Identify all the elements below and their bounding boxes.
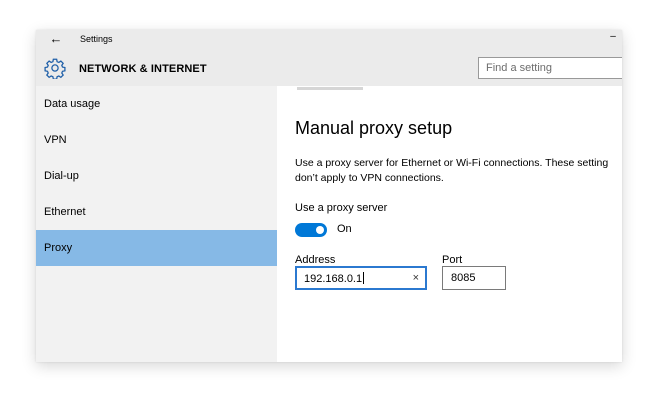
- sidebar-item-label: Proxy: [44, 242, 73, 254]
- sidebar-item-dial-up[interactable]: Dial-up: [36, 158, 277, 194]
- toggle-knob: [316, 226, 324, 234]
- address-value: 192.168.0.1: [304, 272, 365, 285]
- sidebar-item-vpn[interactable]: VPN: [36, 122, 277, 158]
- search-input[interactable]: Find a setting: [478, 57, 622, 79]
- page-title: Manual proxy setup: [295, 118, 453, 138]
- back-arrow-icon: ←: [49, 31, 63, 46]
- address-input[interactable]: 192.168.0.1 ×: [295, 266, 427, 290]
- port-input[interactable]: 8085: [442, 266, 506, 290]
- settings-window: ← Settings – NETWORK & INTERNET Find a s…: [36, 30, 622, 362]
- search-placeholder: Find a setting: [486, 62, 553, 74]
- sidebar: Data usage VPN Dial-up Ethernet Proxy: [36, 86, 277, 362]
- sidebar-item-label: VPN: [44, 134, 67, 146]
- use-proxy-label: Use a proxy server: [295, 202, 388, 214]
- window-title: Settings: [80, 34, 113, 44]
- sidebar-item-proxy[interactable]: Proxy: [36, 230, 277, 266]
- description-line: don’t apply to VPN connections.: [295, 172, 444, 184]
- toggle-state-label: On: [337, 223, 352, 235]
- text-cursor: [363, 272, 365, 284]
- port-label: Port: [442, 254, 463, 266]
- use-proxy-toggle[interactable]: [295, 223, 327, 237]
- clear-icon[interactable]: ×: [413, 272, 419, 285]
- minimize-button[interactable]: –: [608, 32, 618, 42]
- description: Use a proxy server for Ethernet or Wi-Fi…: [295, 156, 622, 186]
- section-title: NETWORK & INTERNET: [79, 63, 207, 75]
- sidebar-item-data-usage[interactable]: Data usage: [36, 86, 277, 122]
- back-button[interactable]: ←: [48, 31, 64, 47]
- description-line: Use a proxy server for Ethernet or Wi-Fi…: [295, 157, 609, 169]
- sidebar-item-label: Ethernet: [44, 206, 86, 218]
- sidebar-item-ethernet[interactable]: Ethernet: [36, 194, 277, 230]
- minimize-icon: –: [610, 31, 616, 42]
- sidebar-item-label: Dial-up: [44, 170, 79, 182]
- title-bar: ← Settings –: [36, 30, 622, 50]
- gear-icon: [44, 58, 66, 79]
- scroll-indicator[interactable]: [297, 87, 363, 90]
- port-value: 8085: [451, 272, 476, 284]
- address-label: Address: [295, 254, 336, 266]
- sidebar-item-label: Data usage: [44, 98, 101, 110]
- page-header: NETWORK & INTERNET Find a setting: [36, 50, 622, 86]
- main-content: Manual proxy setup Use a proxy server fo…: [277, 86, 622, 362]
